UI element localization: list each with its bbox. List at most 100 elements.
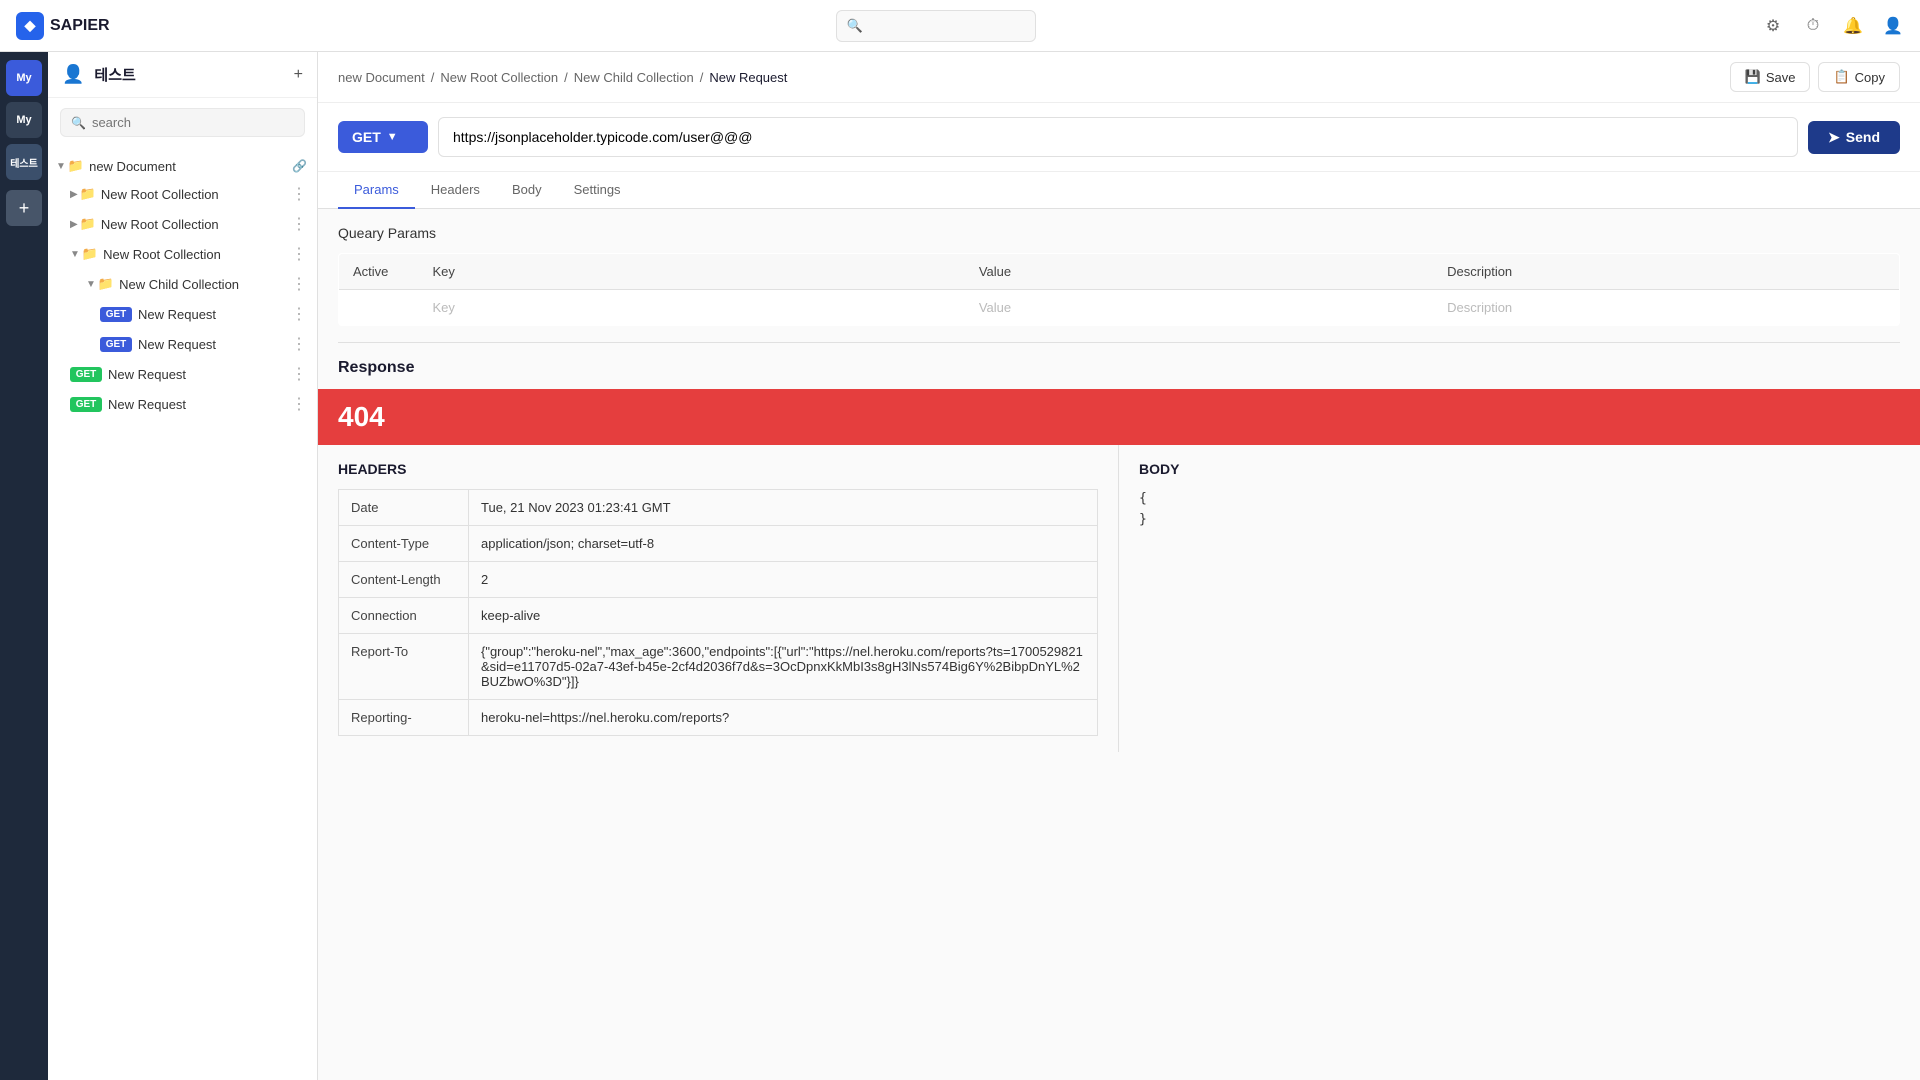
main-layout: My My 테스트 + 👤 테스트 + 🔍 ▼ 📁 new Document [0,52,1920,1080]
header-row: Date Tue, 21 Nov 2023 01:23:41 GMT [339,490,1098,526]
request-1[interactable]: GET New Request ⋮ [48,299,317,329]
header-key: Content-Length [339,562,469,598]
key-cell[interactable]: Key [419,290,965,326]
child-collection[interactable]: ▼ 📁 New Child Collection ⋮ [48,269,317,299]
header-value: application/json; charset=utf-8 [469,526,1098,562]
breadcrumb-sep-3: / [700,70,704,85]
request-4[interactable]: GET New Request ⋮ [48,389,317,419]
bell-icon[interactable]: 🔔 [1842,15,1864,37]
header-key: Connection [339,598,469,634]
header-key: Report-To [339,634,469,700]
folder-icon: 📁 [68,158,84,174]
root-doc-label: new Document [89,159,288,174]
sidebar-search-bar[interactable]: 🔍 [60,108,305,137]
send-icon: ➤ [1828,129,1840,146]
collection-3[interactable]: ▼ 📁 New Root Collection ⋮ [48,239,317,269]
save-button[interactable]: 💾 Save [1730,62,1811,92]
request-3[interactable]: GET New Request ⋮ [48,359,317,389]
chevron-down-icon: ▼ [387,131,398,143]
desc-cell[interactable]: Description [1433,290,1899,326]
collection-label: New Root Collection [103,247,287,262]
more-options-icon[interactable]: ⋮ [291,364,307,384]
save-icon: 💾 [1745,69,1761,85]
params-section-title: Queary Params [338,225,1900,241]
header-key: Reporting- [339,700,469,736]
col-active-header: Active [339,254,419,290]
chevron-icon: ▶ [70,219,78,230]
header-row: Content-Length 2 [339,562,1098,598]
more-options-icon[interactable]: ⋮ [291,304,307,324]
body-col-title: BODY [1139,461,1900,477]
collection-label: New Root Collection [101,217,287,232]
workspace-btn-1[interactable]: My [6,60,42,96]
collection-label: New Root Collection [101,187,287,202]
header-key: Content-Type [339,526,469,562]
breadcrumb-sep-1: / [431,70,435,85]
url-input[interactable] [438,117,1798,157]
collection-2[interactable]: ▶ 📁 New Root Collection ⋮ [48,209,317,239]
value-cell[interactable]: Value [965,290,1433,326]
folder-icon: 📁 [82,246,98,262]
gear-icon[interactable]: ⚙ [1762,15,1784,37]
logo-icon: ◆ [16,12,44,40]
user-icon[interactable]: 👤 [1882,15,1904,37]
tree-root: ▼ 📁 new Document 🔗 ▶ 📁 New Root Collecti… [48,151,317,421]
topbar-left: ◆ SAPIER [16,12,110,40]
method-label: GET [352,129,381,145]
headers-table: Date Tue, 21 Nov 2023 01:23:41 GMT Conte… [338,489,1098,736]
collection-1[interactable]: ▶ 📁 New Root Collection ⋮ [48,179,317,209]
response-body-col: BODY { } [1119,445,1900,752]
person-icon: 👤 [62,64,84,85]
folder-icon: 📁 [80,216,96,232]
header-row: Connection keep-alive [339,598,1098,634]
headers-col-title: HEADERS [338,461,1098,477]
tab-body[interactable]: Body [496,172,558,209]
add-collection-btn[interactable]: + [294,66,303,84]
request-label: New Request [138,337,287,352]
more-options-icon[interactable]: ⋮ [291,244,307,264]
tab-settings[interactable]: Settings [558,172,637,209]
tab-headers[interactable]: Headers [415,172,496,209]
history-icon[interactable]: ⏱ [1802,15,1824,37]
status-code: 404 [338,401,385,432]
sidebar: 👤 테스트 + 🔍 ▼ 📁 new Document 🔗 ▶ [48,52,318,1080]
chevron-icon: ▼ [70,249,80,260]
logo: ◆ SAPIER [16,12,110,40]
request-2[interactable]: GET New Request ⋮ [48,329,317,359]
more-options-icon[interactable]: ⋮ [291,334,307,354]
search-input[interactable] [92,115,294,130]
topbar-right: ⚙ ⏱ 🔔 👤 [1762,15,1904,37]
child-collection-label: New Child Collection [119,277,287,292]
request-label: New Request [108,397,287,412]
copy-button[interactable]: 📋 Copy [1818,62,1900,92]
breadcrumb-doc: new Document [338,70,425,85]
copy-label: Copy [1855,70,1885,85]
topbar-search-bar: 🔍 [836,10,1036,42]
workspace-btn-2[interactable]: My [6,102,42,138]
header-key: Date [339,490,469,526]
request-tabs: Params Headers Body Settings [318,172,1920,209]
add-workspace-btn[interactable]: + [6,190,42,226]
params-section: Queary Params Active Key Value Descripti… [318,209,1920,342]
app-name: SAPIER [50,17,110,35]
tab-params[interactable]: Params [338,172,415,209]
more-options-icon[interactable]: ⋮ [291,214,307,234]
topbar: ◆ SAPIER 🔍 ⚙ ⏱ 🔔 👤 [0,0,1920,52]
breadcrumb-sep-2: / [564,70,568,85]
header-row: Reporting- heroku-nel=https://nel.heroku… [339,700,1098,736]
more-options-icon[interactable]: ⋮ [291,184,307,204]
send-button[interactable]: ➤ Send [1808,121,1900,154]
method-select[interactable]: GET ▼ [338,121,428,153]
breadcrumb-current: New Request [709,70,787,85]
workspace-label[interactable]: 테스트 [6,144,42,180]
icon-bar: My My 테스트 + [0,52,48,1080]
copy-icon: 📋 [1833,69,1849,85]
method-badge: GET [70,397,102,412]
tree-root-doc[interactable]: ▼ 📁 new Document 🔗 [48,153,317,179]
search-icon: 🔍 [847,18,863,34]
breadcrumb-actions: 💾 Save 📋 Copy [1730,62,1900,92]
more-options-icon[interactable]: ⋮ [291,274,307,294]
header-value: {"group":"heroku-nel","max_age":3600,"en… [469,634,1098,700]
request-label: New Request [108,367,287,382]
more-options-icon[interactable]: ⋮ [291,394,307,414]
